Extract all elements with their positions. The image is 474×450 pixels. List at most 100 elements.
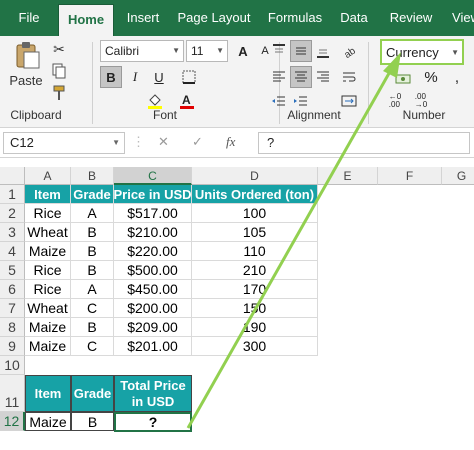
copy-icon[interactable] bbox=[50, 62, 68, 80]
table-header-units[interactable]: Units Ordered (ton) bbox=[192, 185, 318, 204]
number-format-select[interactable]: Currency ▼ bbox=[380, 39, 464, 65]
table-cell[interactable]: $209.00 bbox=[114, 318, 192, 337]
bold-button[interactable]: B bbox=[100, 66, 122, 88]
name-box[interactable]: C12 ▼ bbox=[3, 132, 125, 154]
row-header-9[interactable]: 9 bbox=[0, 337, 25, 356]
column-header-f[interactable]: F bbox=[378, 167, 442, 185]
column-header-c[interactable]: C bbox=[114, 167, 192, 185]
row-header-12[interactable]: 12 bbox=[0, 412, 25, 431]
comma-style-icon[interactable]: , bbox=[446, 66, 468, 88]
table-cell[interactable]: 105 bbox=[192, 223, 318, 242]
wrap-text-icon[interactable] bbox=[338, 66, 360, 88]
row-header-1[interactable]: 1 bbox=[0, 185, 25, 204]
table-cell[interactable]: C bbox=[71, 299, 114, 318]
row-header-7[interactable]: 7 bbox=[0, 299, 25, 318]
table-header-grade[interactable]: Grade bbox=[71, 185, 114, 204]
tab-review[interactable]: Review bbox=[384, 0, 438, 36]
accounting-format-icon[interactable] bbox=[392, 68, 414, 90]
table-cell[interactable]: 100 bbox=[192, 204, 318, 223]
table-cell[interactable]: $220.00 bbox=[114, 242, 192, 261]
row-header-3[interactable]: 3 bbox=[0, 223, 25, 242]
align-top-icon[interactable] bbox=[268, 40, 290, 62]
row-header-10[interactable]: 10 bbox=[0, 356, 25, 375]
column-header-b[interactable]: B bbox=[71, 167, 114, 185]
row-header-4[interactable]: 4 bbox=[0, 242, 25, 261]
column-header-g[interactable]: G bbox=[442, 167, 474, 185]
font-name-select[interactable]: Calibri ▼ bbox=[100, 40, 184, 62]
cut-icon[interactable]: ✂ bbox=[50, 40, 68, 58]
tab-home[interactable]: Home bbox=[58, 4, 114, 36]
row-header-6[interactable]: 6 bbox=[0, 280, 25, 299]
table-cell[interactable]: B bbox=[71, 223, 114, 242]
tab-formulas[interactable]: Formulas bbox=[262, 0, 328, 36]
font-size-select[interactable]: 11 ▼ bbox=[186, 40, 228, 62]
table-cell[interactable]: B bbox=[71, 242, 114, 261]
row-header-8[interactable]: 8 bbox=[0, 318, 25, 337]
table2-header-item[interactable]: Item bbox=[25, 375, 71, 412]
row-header-11[interactable]: 11 bbox=[0, 375, 25, 412]
table-cell[interactable]: B bbox=[71, 318, 114, 337]
tab-view[interactable]: View bbox=[446, 0, 474, 36]
paste-button[interactable] bbox=[10, 40, 44, 70]
table-cell[interactable]: Wheat bbox=[25, 223, 71, 242]
align-bottom-icon[interactable] bbox=[312, 40, 334, 62]
table-cell[interactable]: A bbox=[71, 204, 114, 223]
tab-page-layout[interactable]: Page Layout bbox=[174, 0, 254, 36]
table-cell[interactable]: $200.00 bbox=[114, 299, 192, 318]
table2-header-grade[interactable]: Grade bbox=[71, 375, 114, 412]
formula-input[interactable]: ? bbox=[258, 132, 470, 154]
table-cell[interactable]: Maize bbox=[25, 337, 71, 356]
tab-data[interactable]: Data bbox=[334, 0, 374, 36]
table-cell[interactable]: $201.00 bbox=[114, 337, 192, 356]
table-header-item[interactable]: Item bbox=[25, 185, 71, 204]
grow-font-button[interactable]: A bbox=[232, 40, 254, 62]
column-header-e[interactable]: E bbox=[318, 167, 378, 185]
borders-icon[interactable] bbox=[178, 66, 200, 88]
table-cell[interactable]: 300 bbox=[192, 337, 318, 356]
table-cell[interactable]: 210 bbox=[192, 261, 318, 280]
table-cell[interactable]: $450.00 bbox=[114, 280, 192, 299]
table-cell[interactable]: A bbox=[71, 280, 114, 299]
table-cell[interactable]: Rice bbox=[25, 204, 71, 223]
row-header-2[interactable]: 2 bbox=[0, 204, 25, 223]
row-header-5[interactable]: 5 bbox=[0, 261, 25, 280]
table2-header-total-price[interactable]: Total Price in USD bbox=[114, 375, 192, 412]
table-cell[interactable]: Wheat bbox=[25, 299, 71, 318]
align-middle-icon[interactable] bbox=[290, 40, 312, 62]
paste-label: Paste bbox=[9, 72, 43, 88]
selected-cell-c12[interactable]: ? bbox=[114, 412, 192, 432]
table2-cell-item[interactable]: Maize bbox=[25, 412, 71, 431]
format-painter-icon[interactable] bbox=[50, 84, 68, 102]
tab-file[interactable]: File bbox=[6, 0, 52, 36]
column-header-d[interactable]: D bbox=[192, 167, 318, 185]
column-header-a[interactable]: A bbox=[25, 167, 71, 185]
table-cell[interactable]: C bbox=[71, 337, 114, 356]
table-cell[interactable]: 170 bbox=[192, 280, 318, 299]
align-left-icon[interactable] bbox=[268, 66, 290, 88]
underline-button[interactable]: U bbox=[148, 66, 170, 88]
align-center-icon[interactable] bbox=[290, 66, 312, 88]
table2-cell-grade[interactable]: B bbox=[71, 412, 114, 431]
table-cell[interactable]: Maize bbox=[25, 318, 71, 337]
table-cell[interactable]: $517.00 bbox=[114, 204, 192, 223]
percent-style-button[interactable]: % bbox=[420, 66, 442, 88]
name-box-value: C12 bbox=[10, 135, 34, 150]
table-cell[interactable]: 110 bbox=[192, 242, 318, 261]
align-right-icon[interactable] bbox=[312, 66, 334, 88]
cancel-icon[interactable]: ✕ bbox=[158, 134, 169, 150]
table-cell[interactable]: $500.00 bbox=[114, 261, 192, 280]
table-cell[interactable]: Rice bbox=[25, 261, 71, 280]
tab-insert[interactable]: Insert bbox=[118, 0, 168, 36]
orientation-icon[interactable]: ab bbox=[338, 40, 360, 62]
table-cell[interactable]: $210.00 bbox=[114, 223, 192, 242]
insert-function-icon[interactable]: fx bbox=[226, 134, 235, 150]
italic-button[interactable]: I bbox=[124, 66, 146, 88]
select-all-corner[interactable] bbox=[0, 167, 25, 185]
table-cell[interactable]: B bbox=[71, 261, 114, 280]
table-cell[interactable]: 150 bbox=[192, 299, 318, 318]
table-header-price[interactable]: Price in USD bbox=[114, 185, 192, 204]
enter-icon[interactable]: ✓ bbox=[192, 134, 203, 150]
table-cell[interactable]: Rice bbox=[25, 280, 71, 299]
table-cell[interactable]: 190 bbox=[192, 318, 318, 337]
table-cell[interactable]: Maize bbox=[25, 242, 71, 261]
